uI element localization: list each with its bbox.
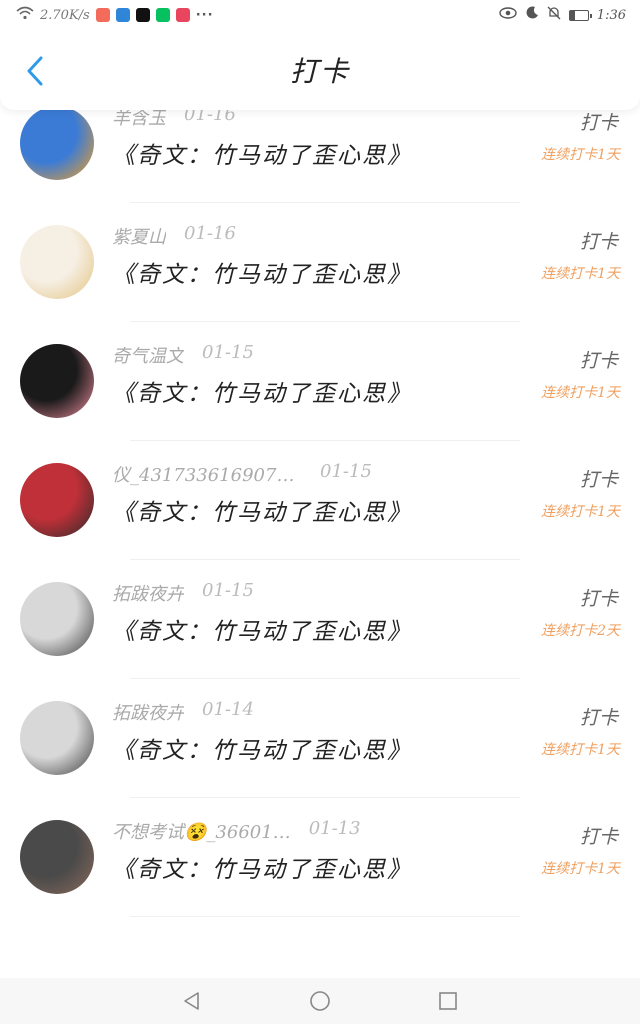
- circle-home-icon: [310, 991, 330, 1011]
- streak-label: 连续打卡1天: [541, 742, 620, 758]
- nav-back-button[interactable]: [178, 987, 206, 1015]
- checkin-button[interactable]: 打卡: [580, 822, 618, 849]
- app-notification-icon: [175, 8, 190, 22]
- wifi-icon: [16, 6, 34, 24]
- streak-label: 连续打卡1天: [541, 147, 620, 163]
- username[interactable]: 奇气温文: [112, 342, 184, 368]
- tiktok-icon: [135, 8, 150, 22]
- eye-icon: [499, 7, 517, 23]
- status-bar: 2.70K/s ··· 1:36: [0, 0, 640, 30]
- checkin-button[interactable]: 打卡: [580, 703, 618, 730]
- mute-bell-icon: [547, 6, 561, 24]
- checkin-list: 羊含玉 01-16 《奇文：竹马动了歪心思》 打卡 连续打卡1天 紫夏山 01-…: [0, 84, 640, 917]
- user-meta: 不想考试😵_36601… 01-13: [112, 818, 361, 844]
- back-button[interactable]: [20, 56, 50, 90]
- clock: 1:36: [596, 7, 626, 23]
- checkin-date: 01-15: [320, 461, 372, 482]
- checkin-date: 01-13: [308, 818, 361, 839]
- user-meta: 拓跋夜卉 01-15: [112, 580, 254, 606]
- username[interactable]: 不想考试😵_36601…: [112, 818, 291, 844]
- streak-label: 连续打卡2天: [541, 623, 620, 639]
- avatar[interactable]: [20, 344, 94, 418]
- network-speed: 2.70K/s: [40, 7, 90, 23]
- avatar[interactable]: [20, 225, 94, 299]
- chevron-left-icon: [26, 56, 44, 90]
- book-title[interactable]: 《奇文：竹马动了歪心思》: [112, 731, 412, 765]
- streak-label: 连续打卡1天: [541, 504, 620, 520]
- more-notifications: ···: [195, 7, 214, 23]
- checkin-date: 01-14: [202, 699, 254, 720]
- checkin-button[interactable]: 打卡: [580, 465, 618, 492]
- book-title[interactable]: 《奇文：竹马动了歪心思》: [112, 255, 412, 289]
- avatar[interactable]: [20, 106, 94, 180]
- wechat-icon: [155, 8, 170, 22]
- checkin-date: 01-15: [202, 580, 254, 601]
- checkin-row[interactable]: 奇气温文 01-15 《奇文：竹马动了歪心思》 打卡 连续打卡1天: [0, 322, 640, 441]
- square-recents-icon: [439, 992, 457, 1010]
- username[interactable]: 仪_43173361690747…: [112, 461, 302, 487]
- user-meta: 仪_43173361690747… 01-15: [112, 461, 372, 487]
- system-nav-bar: [0, 978, 640, 1024]
- nav-recents-button[interactable]: [434, 987, 462, 1015]
- checkin-date: 01-16: [184, 223, 236, 244]
- checkin-row[interactable]: 仪_43173361690747… 01-15 《奇文：竹马动了歪心思》 打卡 …: [0, 441, 640, 560]
- username[interactable]: 拓跋夜卉: [112, 580, 184, 606]
- book-title[interactable]: 《奇文：竹马动了歪心思》: [112, 374, 412, 408]
- checkin-button[interactable]: 打卡: [580, 108, 618, 135]
- page-title: 打卡: [289, 55, 350, 88]
- avatar[interactable]: [20, 463, 94, 537]
- book-title[interactable]: 《奇文：竹马动了歪心思》: [112, 136, 412, 170]
- nav-home-button[interactable]: [306, 987, 334, 1015]
- checkin-button[interactable]: 打卡: [580, 227, 618, 254]
- streak-label: 连续打卡1天: [541, 861, 620, 877]
- user-meta: 紫夏山 01-16: [112, 223, 236, 249]
- book-title[interactable]: 《奇文：竹马动了歪心思》: [112, 493, 412, 527]
- moon-icon: [525, 6, 539, 24]
- checkin-button[interactable]: 打卡: [580, 346, 618, 373]
- username[interactable]: 拓跋夜卉: [112, 699, 184, 725]
- app-notification-icon: [115, 8, 130, 22]
- username[interactable]: 紫夏山: [112, 223, 166, 249]
- checkin-button[interactable]: 打卡: [580, 584, 618, 611]
- streak-label: 连续打卡1天: [541, 266, 620, 282]
- row-divider: [130, 916, 520, 917]
- checkin-row[interactable]: 紫夏山 01-16 《奇文：竹马动了歪心思》 打卡 连续打卡1天: [0, 203, 640, 322]
- checkin-date: 01-15: [202, 342, 254, 363]
- user-meta: 拓跋夜卉 01-14: [112, 699, 254, 725]
- app-header: 打卡: [0, 30, 640, 110]
- app-notification-icon: [95, 8, 110, 22]
- book-title[interactable]: 《奇文：竹马动了歪心思》: [112, 850, 412, 884]
- triangle-back-icon: [184, 992, 199, 1010]
- avatar[interactable]: [20, 701, 94, 775]
- battery-icon: [568, 9, 592, 21]
- user-meta: 奇气温文 01-15: [112, 342, 254, 368]
- checkin-row[interactable]: 不想考试😵_36601… 01-13 《奇文：竹马动了歪心思》 打卡 连续打卡1…: [0, 798, 640, 917]
- streak-label: 连续打卡1天: [541, 385, 620, 401]
- checkin-row[interactable]: 拓跋夜卉 01-14 《奇文：竹马动了歪心思》 打卡 连续打卡1天: [0, 679, 640, 798]
- avatar[interactable]: [20, 820, 94, 894]
- checkin-row[interactable]: 拓跋夜卉 01-15 《奇文：竹马动了歪心思》 打卡 连续打卡2天: [0, 560, 640, 679]
- avatar[interactable]: [20, 582, 94, 656]
- book-title[interactable]: 《奇文：竹马动了歪心思》: [112, 612, 412, 646]
